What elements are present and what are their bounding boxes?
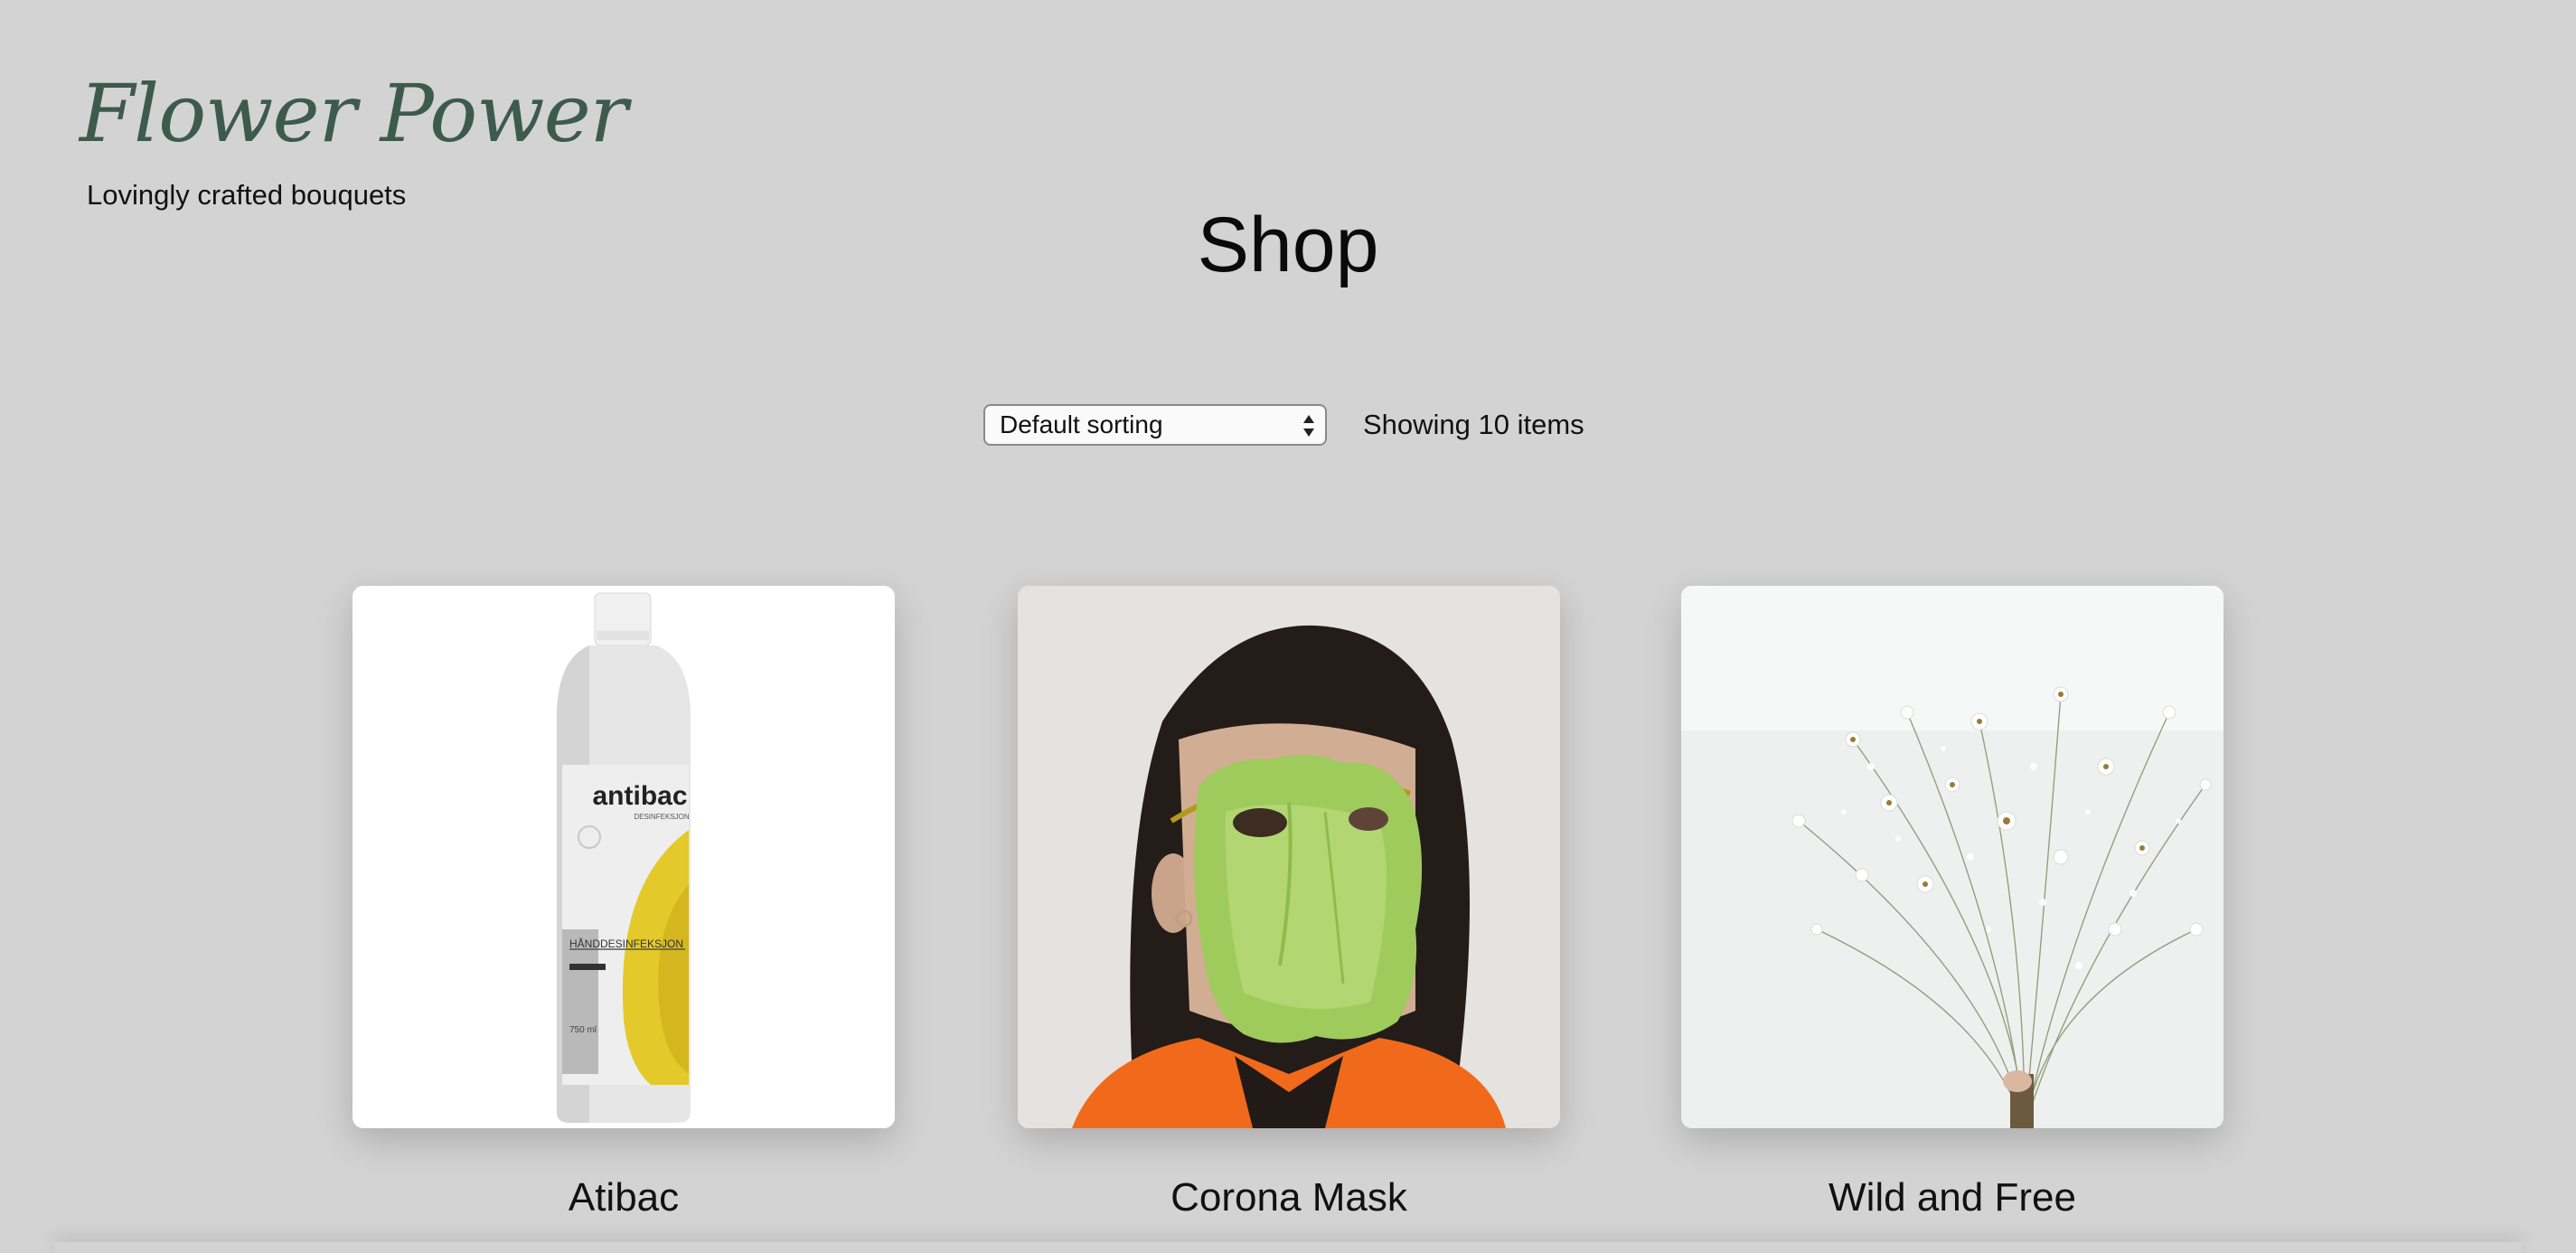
shop-controls: Default sorting Showing 10 items bbox=[983, 404, 1584, 446]
svg-text:750 ml: 750 ml bbox=[569, 1025, 597, 1035]
product-image-antibac[interactable]: antibac DESINFEKSJON HÅNDDESINFEKSJON 75… bbox=[353, 586, 895, 1128]
product-title[interactable]: Atibac bbox=[353, 1175, 895, 1220]
sort-select[interactable]: Default sorting bbox=[983, 404, 1327, 446]
brand-name: Flower Power bbox=[80, 66, 628, 160]
lettuce-mask-portrait-image bbox=[1018, 586, 1560, 1128]
site-header: Flower Power Lovingly crafted bouquets bbox=[69, 54, 628, 212]
select-arrows-icon bbox=[1303, 415, 1314, 437]
wildflower-bouquet-image bbox=[1681, 586, 2223, 1128]
content-edge bbox=[54, 1242, 2522, 1253]
product-card[interactable]: Corona Mask bbox=[1018, 586, 1560, 1220]
product-image-corona-mask[interactable] bbox=[1018, 586, 1560, 1128]
product-title[interactable]: Wild and Free bbox=[1681, 1175, 2223, 1220]
item-count: Showing 10 items bbox=[1363, 409, 1584, 440]
sort-select-value: Default sorting bbox=[1000, 410, 1163, 438]
product-image-wild-and-free[interactable] bbox=[1681, 586, 2223, 1128]
antibac-bottle-image: antibac DESINFEKSJON HÅNDDESINFEKSJON 75… bbox=[353, 586, 895, 1128]
product-card[interactable]: Wild and Free bbox=[1681, 586, 2223, 1220]
svg-text:HÅNDDESINFEKSJON: HÅNDDESINFEKSJON bbox=[569, 937, 683, 950]
page-title: Shop bbox=[1197, 202, 1379, 288]
svg-text:antibac: antibac bbox=[592, 781, 687, 811]
logo-link[interactable]: Flower Power bbox=[69, 54, 628, 172]
svg-text:DESINFEKSJON: DESINFEKSJON bbox=[634, 813, 690, 821]
product-title[interactable]: Corona Mask bbox=[1018, 1175, 1560, 1220]
product-grid: antibac DESINFEKSJON HÅNDDESINFEKSJON 75… bbox=[0, 586, 2576, 1253]
product-card[interactable]: antibac DESINFEKSJON HÅNDDESINFEKSJON 75… bbox=[353, 586, 895, 1220]
